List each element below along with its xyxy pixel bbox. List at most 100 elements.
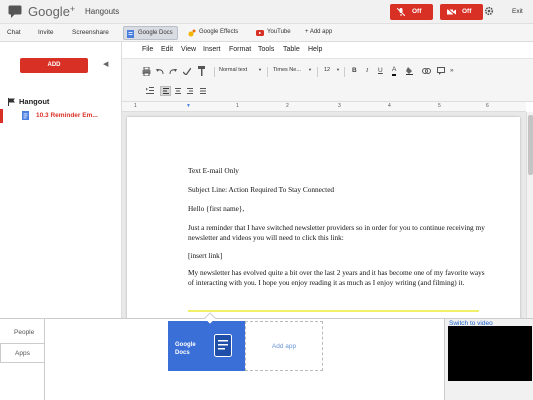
add-button[interactable]: ADD [20,58,88,73]
docs-icon [127,30,134,38]
document-paragraph: My newsletter has evolved quite a bit ov… [188,268,485,287]
docs-toolbar: Normal text ▼ Times Ne... ▼ 12 ▼ B I U A… [122,58,533,102]
tab-people[interactable]: People [0,323,44,343]
mic-toggle-label: Off [412,8,422,15]
google-plus-logo: Google+ [28,4,76,19]
toolbar-divider [317,67,318,77]
document-canvas: Text E-mail Only Subject Line: Action Re… [122,112,526,318]
ruler-number: 1 [134,103,137,109]
print-icon[interactable] [142,67,151,76]
hangouts-logo-icon [8,5,22,18]
add-app-button[interactable]: + Add app [299,26,336,40]
tab-chat[interactable]: Chat [7,29,21,36]
add-app-label: + Add app [305,29,333,35]
menu-tools[interactable]: Tools [258,46,274,53]
google-docs-app-label: Google Docs [138,30,173,36]
camera-toggle-label: Off [462,8,472,15]
video-panel: Switch to video [444,319,533,400]
menu-insert[interactable]: Insert [203,46,221,53]
align-right-icon[interactable] [187,88,193,94]
google-effects-app-button[interactable]: Google Effects [185,26,242,40]
document-scrollbar[interactable] [526,112,533,318]
size-dropdown-chevron-icon[interactable]: ▼ [336,67,340,72]
effects-icon [188,29,196,37]
toolbar-divider [344,67,345,77]
top-bar: Google+ Hangouts Off Off Exit [0,0,533,24]
tab-invite[interactable]: Invite [38,29,54,36]
google-docs-app-card[interactable]: Google Docs [168,321,245,371]
mic-off-icon [397,8,405,16]
document-page[interactable]: Text E-mail Only Subject Line: Action Re… [127,117,520,318]
more-options-chevron-icon[interactable]: » [450,67,454,74]
align-justify-icon[interactable] [200,88,206,94]
bottom-panel: People Apps Google Docs Add app Switch t… [0,312,533,400]
add-app-card[interactable]: Add app [245,321,323,371]
redo-icon[interactable] [169,68,177,75]
align-left-icon [163,88,169,94]
ruler-number: 2 [286,103,289,109]
tab-apps[interactable]: Apps [0,343,44,363]
ruler-number: 5 [438,103,441,109]
tab-screenshare[interactable]: Screenshare [72,29,109,36]
link-icon[interactable] [422,68,431,74]
google-effects-app-label: Google Effects [199,29,239,35]
docs-menu-bar: File Edit View Insert Format Tools Table… [122,42,533,58]
bold-button[interactable]: B [352,67,357,74]
docs-icon [214,334,232,357]
text-color-button[interactable]: A [392,66,397,76]
align-center-icon[interactable] [175,88,181,94]
ruler: 1 ▼ 1 2 3 4 5 6 [122,102,526,112]
sidebar-item-document[interactable]: 10.3 Reminder Em... [0,109,121,123]
youtube-app-label: YouTube [267,29,291,35]
youtube-icon [256,30,264,36]
style-select[interactable]: Normal text [219,67,247,73]
menu-edit[interactable]: Edit [161,46,173,53]
font-size-select[interactable]: 12 [324,67,330,73]
apps-strip: Google Docs Add app [44,319,444,400]
style-dropdown-chevron-icon[interactable]: ▼ [258,67,262,72]
highlight-color-icon[interactable] [406,67,413,75]
camera-off-icon [447,8,456,16]
spellcheck-icon[interactable] [183,68,191,75]
google-docs-app-button[interactable]: Google Docs [123,26,178,40]
menu-help[interactable]: Help [308,46,322,53]
youtube-app-button[interactable]: YouTube [253,26,295,40]
document-paragraph: Text E-mail Only [188,166,239,175]
video-preview[interactable] [448,326,532,381]
exit-button[interactable]: Exit [512,8,523,15]
ruler-indent-marker[interactable]: ▼ [186,103,191,109]
document-paragraph: Just a reminder that I have switched new… [188,223,485,242]
chevron-left-icon[interactable]: ◀ [103,60,108,68]
font-select[interactable]: Times Ne... [273,67,301,73]
menu-table[interactable]: Table [283,46,300,53]
underline-button[interactable]: U [378,67,383,74]
flag-icon [8,98,15,107]
gear-icon[interactable] [484,6,494,16]
document-paragraph: Hello {first name}, [188,204,245,213]
menu-format[interactable]: Format [229,46,251,53]
ruler-number: 4 [388,103,391,109]
indent-icon[interactable] [146,87,154,94]
menu-view[interactable]: View [181,46,196,53]
text-highlight [188,310,479,312]
hangout-section-title: Hangout [19,97,50,106]
comment-icon[interactable] [437,67,445,75]
mic-toggle-button[interactable]: Off [390,4,433,20]
italic-button[interactable]: I [366,67,368,74]
ruler-number: 1 [236,103,239,109]
document-icon [22,111,29,120]
ruler-number: 6 [486,103,489,109]
camera-toggle-button[interactable]: Off [440,4,483,20]
ruler-number: 3 [338,103,341,109]
paint-format-icon[interactable] [198,66,206,76]
document-paragraph: [insert link] [188,251,223,260]
toolbar-divider [214,67,215,77]
sidebar: ADD ◀ Hangout 10.3 Reminder Em... [0,42,122,318]
toolbar-divider [267,67,268,77]
undo-icon[interactable] [156,68,164,75]
google-docs-card-label: Google Docs [175,342,196,356]
menu-file[interactable]: File [142,46,153,53]
scrollbar-thumb[interactable] [528,115,533,175]
toolbar-tabs: Chat Invite Screenshare Google Docs Goog… [0,24,533,42]
font-dropdown-chevron-icon[interactable]: ▼ [308,67,312,72]
